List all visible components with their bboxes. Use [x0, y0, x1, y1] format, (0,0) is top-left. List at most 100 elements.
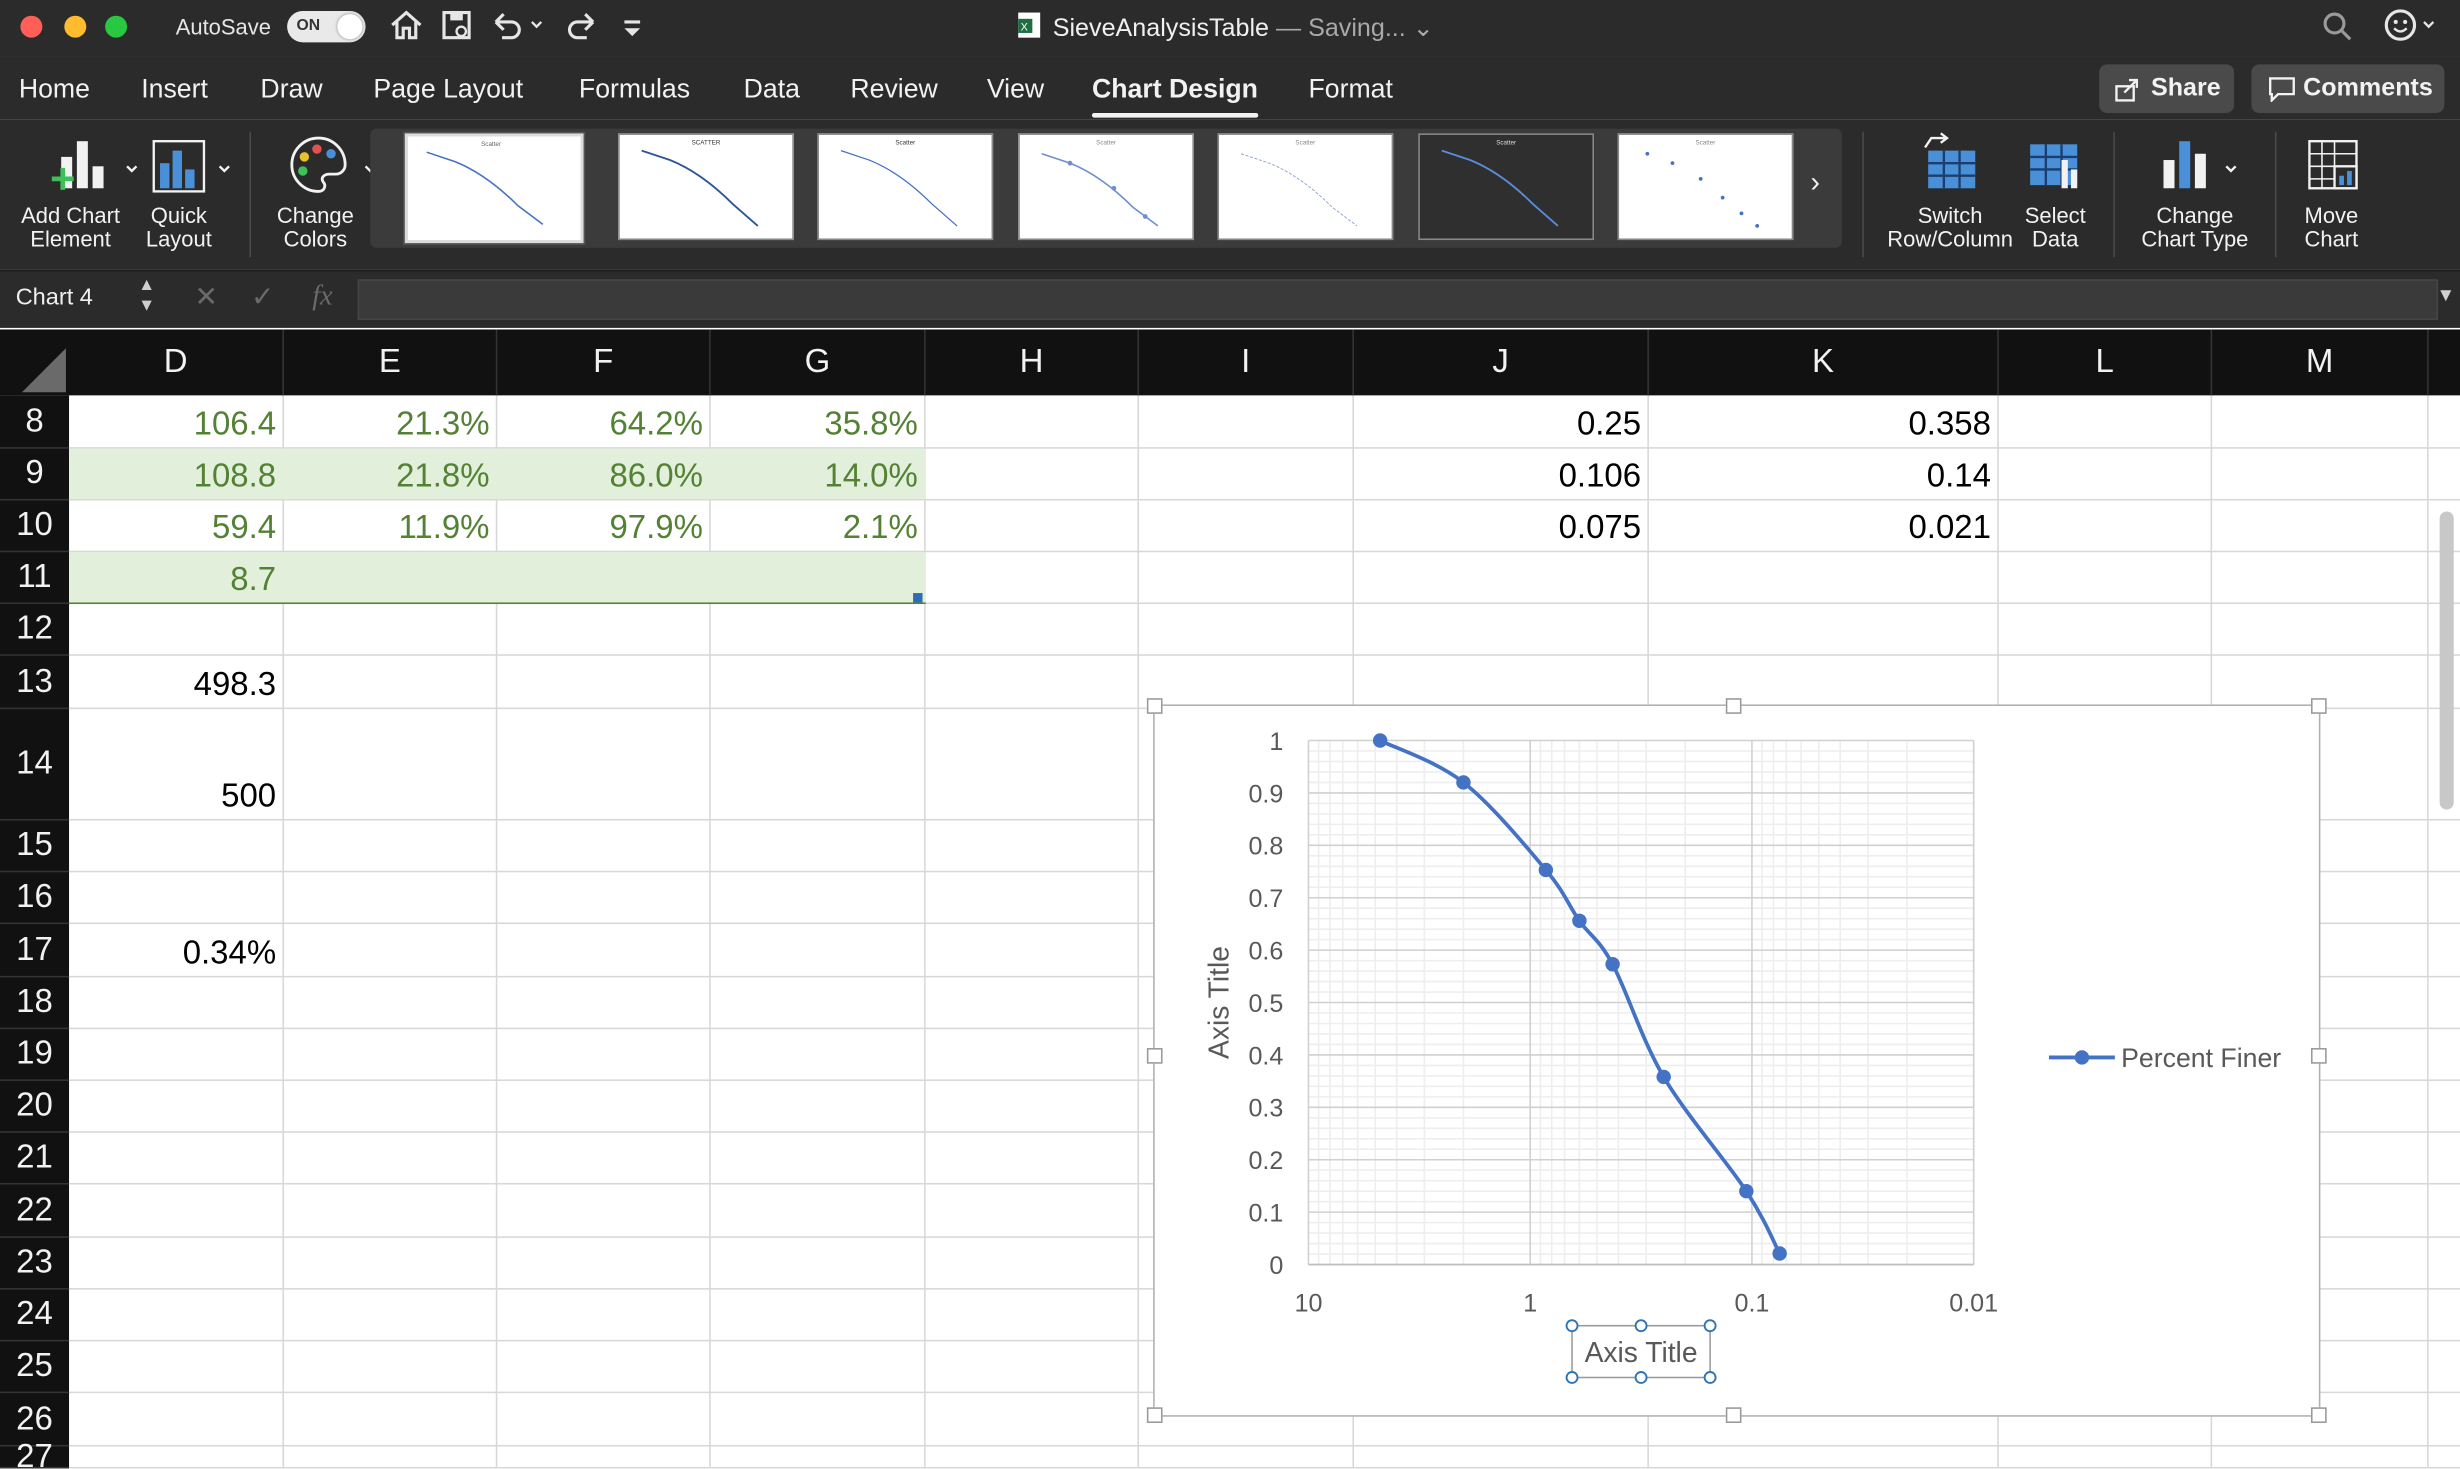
tab-view[interactable]: View	[987, 74, 1044, 105]
row-header-19[interactable]: 19	[0, 1029, 70, 1081]
data-point[interactable]	[1538, 862, 1554, 878]
add-chart-element-button[interactable]: Add Chart Element	[9, 119, 138, 263]
cancel-icon[interactable]: ✕	[195, 281, 219, 314]
chart-style-thumb[interactable]: Scatter	[817, 133, 994, 241]
column-header-e[interactable]: E	[284, 329, 498, 396]
row-header-23[interactable]: 23	[0, 1238, 70, 1290]
chart-resize-handle[interactable]	[2310, 1048, 2327, 1064]
data-point[interactable]	[1456, 775, 1471, 790]
cell-d11[interactable]: 8.7	[69, 560, 282, 601]
chart-resize-handle[interactable]	[1725, 1407, 1742, 1423]
row-header-11[interactable]: 11	[0, 552, 70, 605]
column-header-d[interactable]: D	[69, 329, 284, 396]
row-header-9[interactable]: 9	[0, 449, 70, 501]
quick-layout-button[interactable]: Quick Layout	[135, 119, 230, 263]
cell-d17[interactable]: 0.34%	[69, 933, 282, 974]
row-header-10[interactable]: 10	[0, 500, 70, 553]
chart-style-thumb[interactable]: Scatter	[1217, 133, 1394, 241]
row-header-27[interactable]: 27	[0, 1440, 70, 1469]
chart-resize-handle[interactable]	[1146, 698, 1163, 714]
expand-formula-bar-icon[interactable]: ▼	[2437, 284, 2456, 306]
axis-title-handle[interactable]	[1634, 1371, 1648, 1384]
chart-resize-handle[interactable]	[1146, 1048, 1163, 1064]
row-header-16[interactable]: 16	[0, 872, 70, 925]
tab-data[interactable]: Data	[744, 74, 800, 105]
feedback-smiley-icon[interactable]	[2383, 8, 2439, 46]
cell-d14[interactable]: 500	[69, 777, 282, 818]
column-header-f[interactable]: F	[497, 329, 711, 396]
select-data-button[interactable]: Select Data	[2019, 119, 2091, 263]
chart-style-thumb[interactable]: Scatter	[1617, 133, 1794, 241]
chart-style-thumb[interactable]: Scatter	[1018, 133, 1194, 241]
cell-f9[interactable]: 86.0%	[497, 457, 709, 498]
tab-home[interactable]: Home	[19, 74, 90, 105]
tab-page-layout[interactable]: Page Layout	[373, 74, 523, 105]
cell-k8[interactable]: 0.358	[1649, 405, 1997, 446]
chevron-down-icon[interactable]: ⌄	[1413, 16, 1434, 43]
home-icon[interactable]	[389, 8, 424, 46]
cell-d8[interactable]: 106.4	[69, 405, 282, 446]
tab-formulas[interactable]: Formulas	[579, 74, 690, 105]
tab-insert[interactable]: Insert	[141, 74, 208, 105]
name-box-stepper-icon[interactable]: ▲ ▼	[138, 276, 155, 317]
column-header-j[interactable]: J	[1354, 329, 1649, 396]
row-header-15[interactable]: 15	[0, 821, 70, 873]
column-header-g[interactable]: G	[711, 329, 926, 396]
axis-title-handle[interactable]	[1565, 1319, 1579, 1333]
cell-j8[interactable]: 0.25	[1354, 405, 1647, 446]
chart-resize-handle[interactable]	[1146, 1407, 1163, 1423]
change-chart-type-button[interactable]: Change Chart Type	[2131, 119, 2260, 263]
data-point[interactable]	[1572, 913, 1587, 928]
row-header-25[interactable]: 25	[0, 1341, 70, 1394]
insert-function-icon[interactable]: fx	[312, 279, 332, 312]
switch-row-column-button[interactable]: Switch Row/Column	[1883, 119, 2018, 263]
customize-toolbar-icon[interactable]	[621, 8, 643, 46]
chart-style-thumb[interactable]: Scatter	[403, 131, 586, 245]
save-icon[interactable]	[439, 8, 474, 46]
minimize-window-button[interactable]	[64, 15, 87, 38]
chart-resize-handle[interactable]	[1725, 698, 1742, 714]
search-icon[interactable]	[2322, 8, 2353, 46]
share-button[interactable]: Share	[2099, 64, 2235, 113]
column-header-m[interactable]: M	[2212, 329, 2429, 396]
cell-j10[interactable]: 0.075	[1354, 508, 1647, 549]
chart-style-thumb[interactable]: Scatter	[1418, 133, 1595, 241]
column-header-l[interactable]: L	[1999, 329, 2213, 396]
gallery-next-button[interactable]: ›	[1811, 166, 1820, 199]
undo-icon[interactable]	[489, 8, 543, 46]
cell-d9[interactable]: 108.8	[69, 457, 282, 498]
x-axis-title[interactable]: Axis Title	[1585, 1336, 1698, 1368]
chart-resize-handle[interactable]	[2310, 698, 2327, 714]
move-chart-button[interactable]: Move Chart	[2291, 119, 2373, 263]
row-header-24[interactable]: 24	[0, 1290, 70, 1342]
data-point[interactable]	[1656, 1069, 1671, 1085]
data-point[interactable]	[1739, 1183, 1754, 1199]
cell-f8[interactable]: 64.2%	[497, 405, 709, 446]
row-header-13[interactable]: 13	[0, 656, 70, 710]
cell-g9[interactable]: 14.0%	[711, 457, 924, 498]
cell-j9[interactable]: 0.106	[1354, 457, 1647, 498]
axis-title-handle[interactable]	[1565, 1371, 1579, 1384]
fill-handle[interactable]	[913, 593, 923, 603]
axis-title-handle[interactable]	[1703, 1371, 1717, 1384]
cell-g8[interactable]: 35.8%	[711, 405, 924, 446]
row-header-21[interactable]: 21	[0, 1133, 70, 1185]
enter-check-icon[interactable]: ✓	[251, 281, 275, 314]
cell-d10[interactable]: 59.4	[69, 508, 282, 549]
cell-e9[interactable]: 21.8%	[284, 457, 496, 498]
row-header-12[interactable]: 12	[0, 604, 70, 656]
tab-format[interactable]: Format	[1308, 74, 1392, 105]
cell-g10[interactable]: 2.1%	[711, 508, 924, 549]
data-point[interactable]	[1372, 733, 1388, 748]
column-header-i[interactable]: I	[1139, 329, 1354, 396]
y-axis-title[interactable]: Axis Title	[1202, 946, 1234, 1059]
cell-e10[interactable]: 11.9%	[284, 508, 496, 549]
cell-k9[interactable]: 0.14	[1649, 457, 1997, 498]
row-header-22[interactable]: 22	[0, 1185, 70, 1238]
tab-draw[interactable]: Draw	[260, 74, 322, 105]
chart-resize-handle[interactable]	[2310, 1407, 2327, 1423]
redo-icon[interactable]	[565, 8, 600, 46]
cell-f10[interactable]: 97.9%	[497, 508, 709, 549]
row-header-17[interactable]: 17	[0, 924, 70, 978]
column-header-k[interactable]: K	[1649, 329, 1999, 396]
